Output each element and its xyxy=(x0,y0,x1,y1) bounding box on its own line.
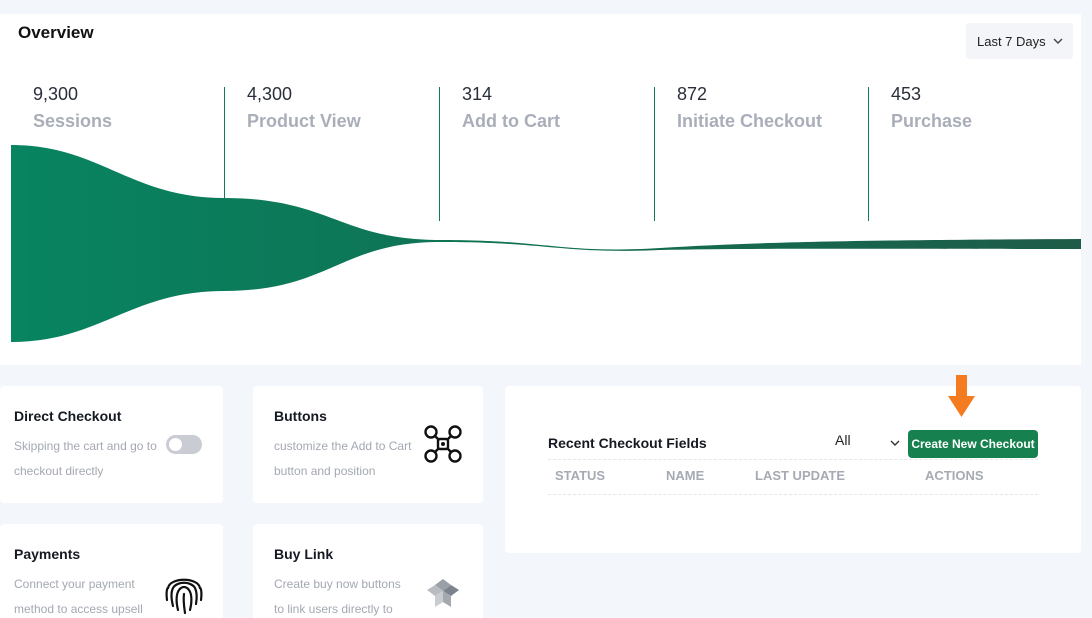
status-filter-select[interactable]: All xyxy=(835,432,901,454)
payments-card[interactable]: Payments Connect your payment method to … xyxy=(0,524,223,618)
fingerprint-icon xyxy=(165,578,203,615)
create-new-checkout-button[interactable]: Create New Checkout xyxy=(908,430,1038,458)
stage-value: 314 xyxy=(462,84,493,104)
drone-icon xyxy=(424,425,462,463)
buy-link-card[interactable]: Buy Link Create buy now buttons to link … xyxy=(253,524,483,618)
status-filter-value: All xyxy=(835,432,851,448)
stage-label: Product View xyxy=(247,111,361,131)
funnel-graphic xyxy=(11,145,1081,342)
arrow-down-icon xyxy=(948,375,975,417)
funnel-stage-sessions: 9,300 Sessions xyxy=(33,84,112,132)
funnel-stage-initiate-checkout: 872 Initiate Checkout xyxy=(677,84,822,132)
column-status[interactable]: STATUS xyxy=(555,468,605,483)
direct-checkout-toggle[interactable] xyxy=(166,435,202,454)
column-last-update[interactable]: LAST UPDATE xyxy=(755,468,845,483)
card-title: Direct Checkout xyxy=(14,408,122,424)
card-description: Connect your payment method to access up… xyxy=(14,577,143,616)
chevron-down-icon xyxy=(1053,38,1063,44)
card-description: customize the Add to Cart button and pos… xyxy=(274,439,412,478)
card-description: Skipping the cart and go to checkout dir… xyxy=(14,439,157,478)
stage-value: 4,300 xyxy=(247,84,293,104)
card-title: Buttons xyxy=(274,408,327,424)
stage-divider xyxy=(654,87,655,221)
recent-checkout-panel: Recent Checkout Fields All Create New Ch… xyxy=(505,386,1081,553)
buttons-card[interactable]: Buttons customize the Add to Cart button… xyxy=(253,386,483,503)
overview-panel: Overview Last 7 Days 9,300 Sessions 4,30… xyxy=(0,14,1081,365)
cube-stack-icon xyxy=(427,579,459,607)
table-header: STATUS NAME LAST UPDATE ACTIONS xyxy=(548,459,1038,495)
chevron-down-icon xyxy=(890,440,900,446)
funnel-stage-add-to-cart: 314 Add to Cart xyxy=(462,84,560,132)
card-description: Create buy now buttons to link users dir… xyxy=(274,577,401,616)
direct-checkout-card[interactable]: Direct Checkout Skipping the cart and go… xyxy=(0,386,223,503)
stage-value: 9,300 xyxy=(33,84,79,104)
card-title: Payments xyxy=(14,546,81,562)
toggle-knob xyxy=(169,438,182,451)
funnel-shape xyxy=(11,145,1081,342)
stage-divider xyxy=(439,87,440,221)
stage-value: 872 xyxy=(677,84,708,104)
recent-checkout-title: Recent Checkout Fields xyxy=(548,435,707,451)
date-range-value: Last 7 Days xyxy=(977,33,1046,49)
stage-label: Initiate Checkout xyxy=(677,111,823,131)
date-range-select[interactable]: Last 7 Days xyxy=(966,23,1073,59)
stage-label: Sessions xyxy=(33,111,113,131)
card-title: Buy Link xyxy=(274,546,334,562)
funnel-stage-purchase: 453 Purchase xyxy=(891,84,972,132)
stage-value: 453 xyxy=(891,84,922,104)
column-actions[interactable]: ACTIONS xyxy=(925,468,984,483)
stage-label: Purchase xyxy=(891,111,973,131)
stage-divider xyxy=(224,87,225,221)
stage-divider xyxy=(868,87,869,221)
column-name[interactable]: NAME xyxy=(666,468,704,483)
stage-label: Add to Cart xyxy=(462,111,560,131)
overview-title: Overview xyxy=(18,23,94,42)
funnel-stage-product-view: 4,300 Product View xyxy=(247,84,361,132)
